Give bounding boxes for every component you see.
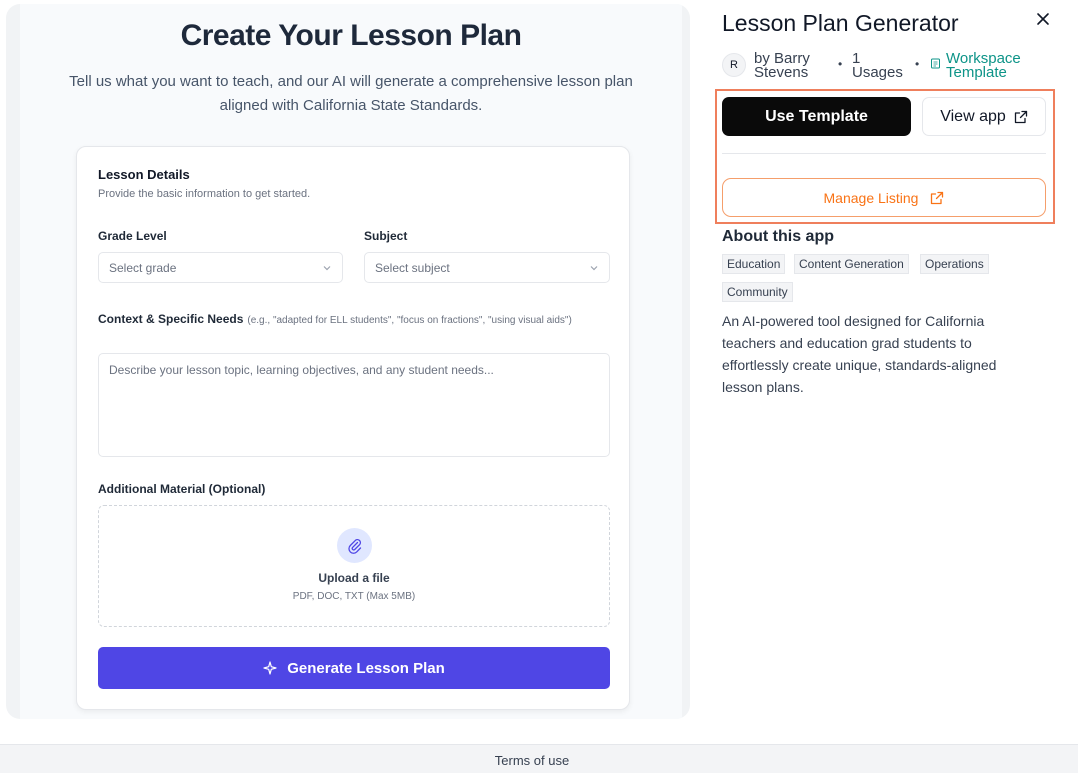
use-template-button[interactable]: Use Template — [722, 97, 911, 136]
tag-education[interactable]: Education — [722, 254, 786, 274]
additional-material-label: Additional Material (Optional) — [98, 482, 266, 496]
app-preview-content: Create Your Lesson Plan Tell us what you… — [20, 4, 682, 719]
terms-of-use-link[interactable]: Terms of use — [0, 753, 1064, 768]
subject-label: Subject — [364, 229, 408, 243]
page: Create Your Lesson Plan Tell us what you… — [0, 0, 1078, 773]
context-label-row: Context & Specific Needs (e.g., "adapted … — [98, 309, 598, 331]
upload-icon-circle — [337, 528, 372, 563]
subject-select-value: Select subject — [375, 260, 450, 275]
chevron-down-icon — [323, 265, 331, 270]
paperclip-icon — [347, 538, 361, 554]
context-label: Context & Specific Needs — [98, 312, 244, 326]
manage-listing-button[interactable]: Manage Listing — [722, 178, 1046, 217]
tag-content-generation[interactable]: Content Generation — [794, 254, 909, 274]
grade-select[interactable]: Select grade — [98, 252, 343, 283]
generate-lesson-plan-button[interactable]: Generate Lesson Plan — [98, 647, 610, 689]
view-app-button[interactable]: View app — [922, 97, 1046, 136]
generate-button-label: Generate Lesson Plan — [287, 659, 445, 677]
footer: Terms of use — [0, 744, 1078, 773]
lesson-details-card: Lesson Details Provide the basic informa… — [76, 146, 630, 710]
divider — [722, 153, 1046, 154]
workspace-link-line-2: Template — [946, 64, 1007, 81]
about-description: An AI-powered tool designed for Californ… — [722, 313, 997, 395]
author-line-2: Stevens — [754, 64, 809, 81]
author-avatar: R — [722, 53, 746, 77]
file-upload-dropzone[interactable]: Upload a file PDF, DOC, TXT (Max 5MB) — [98, 505, 610, 627]
app-title: Create Your Lesson Plan — [180, 19, 522, 52]
card-description: Provide the basic information to get sta… — [98, 188, 311, 200]
external-link-icon — [1014, 110, 1027, 123]
manage-listing-label: Manage Listing — [823, 189, 919, 206]
app-subtitle: Tell us what you want to teach, and our … — [69, 73, 633, 114]
upload-title: Upload a file — [318, 571, 390, 585]
sparkle-icon — [263, 661, 277, 675]
view-app-label: View app — [940, 107, 1006, 125]
grade-level-label: Grade Level — [98, 229, 167, 243]
about-title: About this app — [722, 228, 834, 245]
context-textarea[interactable]: Describe your lesson topic, learning obj… — [98, 353, 610, 457]
separator-dot: • — [838, 57, 843, 71]
upload-hint: PDF, DOC, TXT (Max 5MB) — [292, 591, 416, 602]
external-link-icon — [931, 191, 944, 204]
template-meta: R by Barry Stevens • 1 Usages • Workspac… — [722, 50, 1062, 82]
template-icon — [931, 58, 940, 69]
card-title: Lesson Details — [98, 167, 190, 182]
template-title: Lesson Plan Generator — [722, 10, 959, 36]
app-preview: Create Your Lesson Plan Tell us what you… — [6, 4, 690, 719]
close-icon[interactable] — [1034, 10, 1052, 28]
usages-label: Usages — [852, 64, 903, 81]
subject-select[interactable]: Select subject — [364, 252, 610, 283]
tag-operations[interactable]: Operations — [920, 254, 989, 274]
context-placeholder: Describe your lesson topic, learning obj… — [109, 363, 494, 377]
context-hint: (e.g., "adapted for ELL students", "focu… — [247, 315, 572, 326]
separator-dot: • — [915, 57, 920, 71]
grade-select-value: Select grade — [109, 260, 177, 275]
tag-community[interactable]: Community — [722, 282, 793, 302]
chevron-down-icon — [590, 265, 598, 270]
workspace-template-link[interactable]: Workspace Template — [946, 51, 1021, 81]
